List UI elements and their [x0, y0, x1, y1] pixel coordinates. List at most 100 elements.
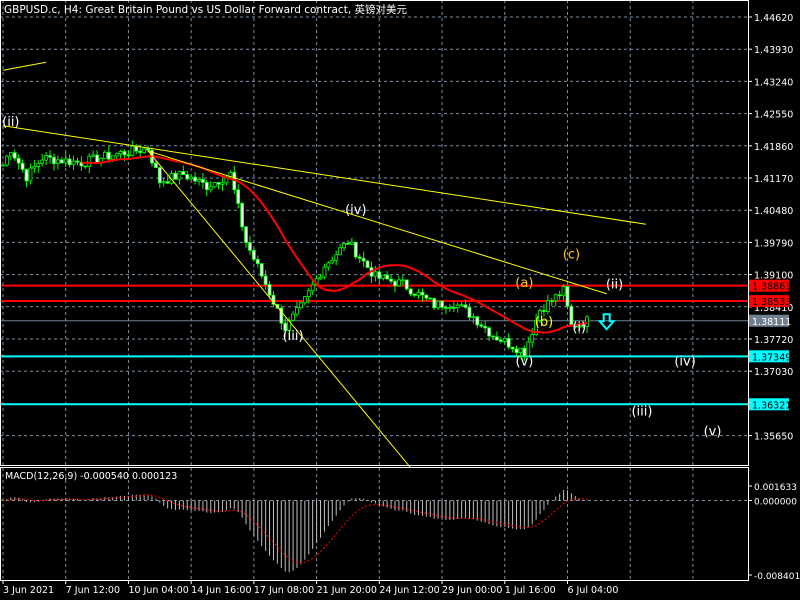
bear-candle: [357, 256, 362, 259]
price-level-value: 1.36321: [752, 400, 791, 411]
bull-candle: [455, 304, 460, 308]
bull-candle: [212, 182, 217, 188]
bull-candle: [5, 155, 9, 166]
bull-candle: [291, 313, 295, 321]
bear-candle: [259, 263, 264, 277]
bear-candle: [365, 260, 370, 268]
bear-candle: [216, 182, 221, 185]
price-tick-label: 1.39790: [754, 238, 793, 249]
time-tick-label: 21 Jun 20:00: [317, 585, 377, 596]
time-axis[interactable]: 3 Jun 2021 7 Jun 12:00 10 Jun 04:00 14 Jun …: [2, 580, 618, 596]
bull-candle: [55, 159, 60, 165]
bear-candle: [134, 145, 139, 152]
wave-label: (v): [515, 355, 533, 370]
bear-candle: [251, 249, 256, 260]
bear-candle: [20, 162, 25, 170]
macd-tick-label: 0.001633: [754, 483, 797, 493]
wave-label: (v): [704, 425, 722, 440]
price-tick-label: 1.43240: [754, 77, 793, 88]
trading-chart[interactable]: (ii) (iii) (iv) (v) (a) (b) (c) (i) (ii) (iv) (iii…: [0, 0, 800, 600]
trendline: [147, 150, 607, 295]
bear-candle: [240, 203, 245, 228]
bull-candle: [103, 151, 107, 159]
bear-candle: [75, 160, 80, 163]
bear-candle: [346, 242, 350, 245]
bull-candle: [342, 242, 346, 249]
bear-candle: [506, 338, 511, 348]
price-level-value: 1.38863: [752, 282, 791, 293]
time-tick-label: 14 Jun 16:00: [191, 585, 251, 596]
bull-candle: [318, 276, 323, 280]
grid: [0, 0, 748, 580]
bull-candle: [459, 304, 464, 307]
bear-candle: [236, 189, 241, 204]
bull-candle: [71, 160, 76, 166]
bull-candle: [208, 186, 213, 191]
bear-candle: [48, 155, 52, 158]
wave-label: (iii): [631, 405, 652, 420]
bear-candle: [510, 346, 515, 350]
macd-tick-label: 0.000000: [754, 497, 797, 507]
bull-candle: [349, 241, 354, 245]
wave-label: (iii): [283, 329, 304, 344]
bear-candle: [377, 271, 382, 279]
price-level-value: 1.38111: [752, 317, 791, 328]
bear-candle: [404, 279, 409, 290]
bear-candle: [495, 336, 499, 341]
moving-average-line: [81, 155, 588, 334]
trendline: [2, 125, 646, 225]
bear-candle: [420, 291, 425, 296]
bull-candle: [416, 291, 421, 296]
wave-label: (iv): [674, 355, 695, 370]
bull-candle: [44, 155, 49, 161]
bear-candle: [12, 152, 17, 159]
bear-candle: [153, 162, 158, 168]
price-tick-label: 1.37030: [754, 367, 793, 378]
bull-candle: [197, 178, 201, 182]
bear-candle: [479, 324, 484, 327]
price-levels: [0, 284, 748, 406]
bull-candle: [530, 334, 535, 343]
bear-candle: [424, 294, 429, 299]
bull-candle: [130, 145, 135, 156]
bear-candle: [16, 157, 21, 164]
bear-candle: [549, 300, 554, 303]
bull-candle: [142, 148, 147, 154]
price-axis[interactable]: 1.44620 1.43930 1.43240 1.42550 1.41860 1.411…: [748, 13, 793, 443]
bull-candle: [553, 294, 558, 302]
bull-candle: [114, 153, 119, 157]
wave-label: (ii): [606, 278, 623, 293]
bear-candle: [24, 169, 29, 182]
bear-candle: [263, 275, 268, 285]
time-tick-label: 24 Jun 12:00: [379, 585, 439, 596]
bull-candle: [400, 279, 405, 282]
bull-candle: [28, 167, 33, 182]
bull-candle: [306, 290, 311, 297]
bull-candle: [161, 181, 166, 184]
bear-candle: [385, 274, 390, 280]
bull-candle: [8, 152, 13, 157]
bear-candle: [52, 156, 56, 165]
time-tick-label: 29 Jun 00:00: [442, 585, 502, 596]
price-tick-label: 1.37720: [754, 335, 793, 346]
bear-candle: [255, 258, 260, 265]
bear-candle: [204, 182, 209, 191]
bear-candle: [244, 226, 248, 243]
bear-candle: [483, 325, 488, 329]
bear-candle: [565, 286, 570, 307]
price-tick-label: 1.44620: [754, 13, 793, 24]
bear-candle: [59, 159, 64, 164]
bull-candle: [326, 262, 331, 268]
bull-candle: [397, 279, 401, 287]
bull-candle: [447, 306, 452, 309]
bull-candle: [373, 271, 378, 277]
bull-candle: [545, 300, 550, 312]
bear-candle: [389, 278, 393, 282]
bear-candle: [181, 171, 186, 175]
bear-candle: [361, 257, 366, 262]
bear-candle: [475, 316, 480, 326]
bear-candle: [542, 310, 546, 312]
price-tick-label: 1.43930: [754, 45, 793, 56]
bear-candle: [440, 300, 444, 308]
bear-candle: [185, 174, 190, 180]
